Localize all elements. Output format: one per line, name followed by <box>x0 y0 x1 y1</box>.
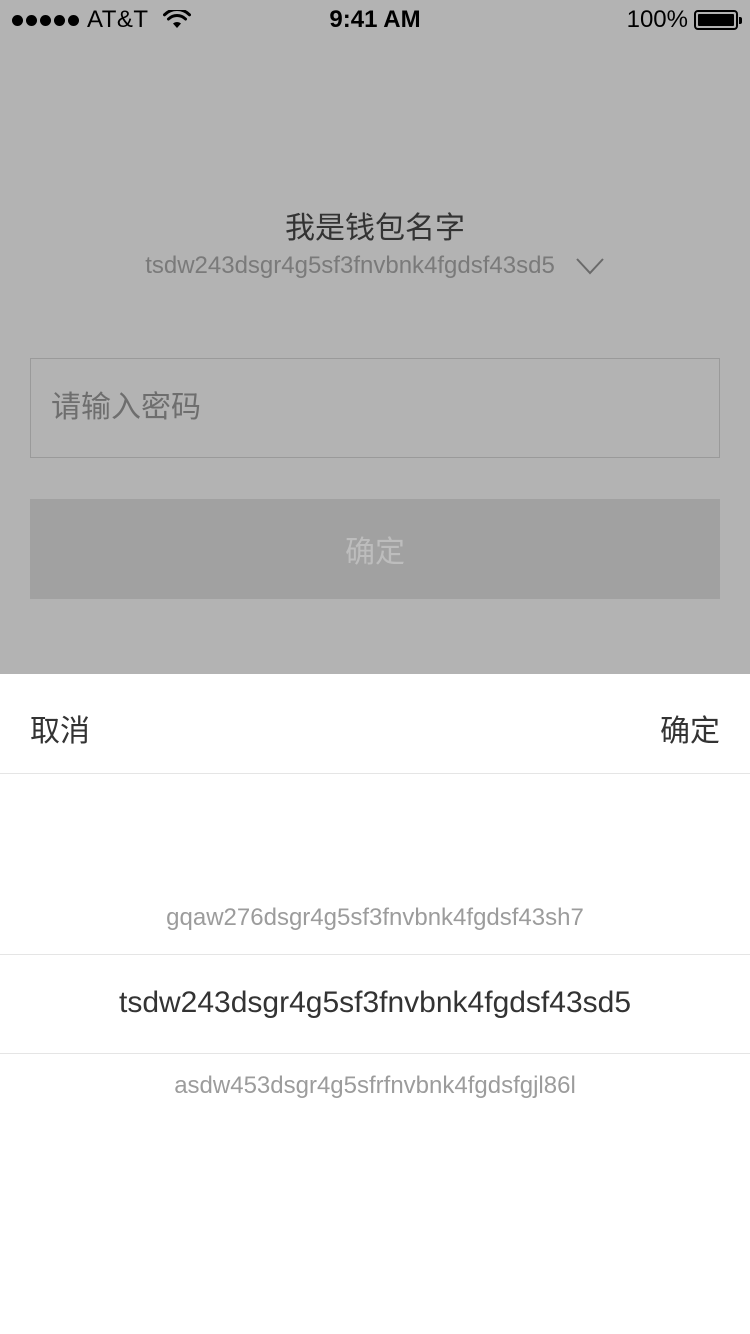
address-picker-sheet: 取消 确定 gqaw276dsgr4g5sf3fnvbnk4fgdsf43sh7… <box>0 674 750 1334</box>
picker-confirm-button[interactable]: 确定 <box>660 706 720 750</box>
password-input[interactable] <box>30 358 720 458</box>
battery-icon <box>694 10 742 30</box>
chevron-down-icon[interactable] <box>575 256 605 276</box>
confirm-button[interactable]: 确定 <box>30 499 720 599</box>
picker-option[interactable]: asdw453dsgr4g5sfrfnvbnk4fgdsfgjl86l <box>0 1072 750 1100</box>
status-bar: AT&T 9:41 AM 100% <box>0 0 750 40</box>
picker-toolbar: 取消 确定 <box>0 674 750 774</box>
wallet-name: 我是钱包名字 <box>285 212 465 245</box>
wallet-address: tsdw243dsgr4g5sf3fnvbnk4fgdsf43sd5 <box>145 252 555 279</box>
wallet-address-selector[interactable]: tsdw243dsgr4g5sf3fnvbnk4fgdsf43sd5 <box>0 252 750 280</box>
battery-percentage: 100% <box>626 6 688 33</box>
picker-option[interactable]: gqaw276dsgr4g5sf3fnvbnk4fgdsf43sh7 <box>0 904 750 932</box>
picker-option-selected[interactable]: tsdw243dsgr4g5sf3fnvbnk4fgdsf43sd5 <box>0 954 750 1054</box>
status-right: 100% <box>626 6 742 34</box>
picker-cancel-button[interactable]: 取消 <box>30 706 90 750</box>
